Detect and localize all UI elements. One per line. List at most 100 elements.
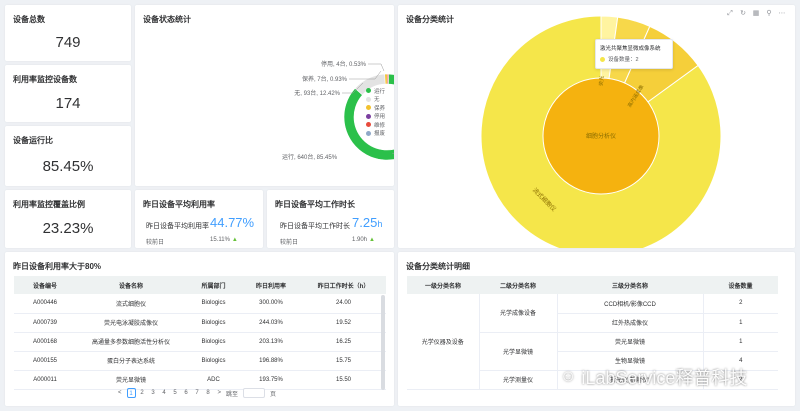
legend-item[interactable]: 停用 xyxy=(366,113,385,120)
running-ratio-value: 85.45% xyxy=(42,158,94,175)
work-hours-cell: 15.75 xyxy=(301,351,386,371)
legend-item[interactable]: 报废 xyxy=(366,130,385,137)
legend-label: 保养 xyxy=(374,105,386,112)
avg-hours-value-wrap: 7.25h xyxy=(352,215,382,230)
page-numbers: 12345678 xyxy=(126,388,213,398)
col-device-code[interactable]: 设备编号 xyxy=(14,276,76,294)
legend-item[interactable]: 保养 xyxy=(366,104,386,112)
col-level1[interactable]: 一级分类名称 xyxy=(407,276,479,294)
device-code-cell: A000011 xyxy=(14,370,76,390)
table-row[interactable]: A000168 高通量多参数细胞活性分析仪 Biologics 203.13% 16.2… xyxy=(14,332,386,352)
level2-cell: 光学测量仪 xyxy=(479,370,558,390)
device-name-cell: 蛋白分子表达系统 xyxy=(76,351,186,371)
count-cell: 1 xyxy=(703,313,778,333)
util-rate-cell: 203.13% xyxy=(241,332,301,352)
next-page-button[interactable]: > xyxy=(218,390,222,396)
table-row[interactable]: A000011 荧光显微镜 ADC 193.75% 15.50 xyxy=(14,370,386,390)
avg-util-cmp-label: 较前日 xyxy=(146,240,165,246)
status-legend: 运行无保养 停用 维修报废 xyxy=(366,87,385,137)
avg-util-value: 44.77% xyxy=(210,215,255,230)
level3-cell: CCD相机/影像CCD xyxy=(557,294,704,314)
department-cell: Biologics xyxy=(186,351,241,371)
running-ratio-label: 设备运行比 xyxy=(13,136,53,145)
sunburst-tooltip: 激光共聚焦显微成像系统 设备数量：2 xyxy=(595,39,673,69)
callout-none: 无, 93台, 12.42% xyxy=(294,89,340,97)
util-rate-cell: 300.00% xyxy=(241,294,301,314)
util-table-card: 昨日设备利用率大于80% 设备编号 设备名称 所属部门 昨日利用率 昨日工作时长… xyxy=(5,252,394,406)
category-card: 设备分类统计 ⤢ ↻ ▦ ⚲ ⋯ 细胞分析仪 流式细胞仪 高内涵成像 荧光 激光… xyxy=(398,5,795,248)
goto-label: 跳至 xyxy=(226,391,239,398)
avg-hours-cmp: 1.90h ▲ xyxy=(352,237,375,243)
legend-item[interactable]: 无 xyxy=(366,96,385,103)
page-number-button[interactable]: 1 xyxy=(126,388,136,398)
table-row[interactable]: A000446 流式细胞仪 Biologics 300.00% 24.00 xyxy=(14,294,386,314)
legend-dot-icon xyxy=(366,88,371,93)
page-number-button[interactable]: 4 xyxy=(160,388,169,398)
device-code-cell: A000155 xyxy=(14,351,76,371)
monitored-devices-label: 利用率监控设备数 xyxy=(13,75,77,84)
total-devices-card: 设备总数 749 xyxy=(5,5,131,61)
detail-table-header: 一级分类名称 二级分类名称 三级分类名称 设备数量 xyxy=(407,276,778,294)
device-status-card: 设备状态统计 停用, 4台, 0.53% 保养, 7台, 0.93% 无, 93… xyxy=(135,5,394,186)
util-rate-cell: 196.88% xyxy=(241,351,301,371)
callout-running: 运行, 640台, 85.45% xyxy=(282,153,338,161)
department-cell: Biologics xyxy=(186,313,241,333)
goto-page-input[interactable] xyxy=(243,388,266,398)
legend-dot-icon xyxy=(366,130,371,136)
work-hours-cell: 19.52 xyxy=(301,313,386,333)
col-level2[interactable]: 二级分类名称 xyxy=(479,276,557,294)
col-device-name[interactable]: 设备名称 xyxy=(76,276,186,294)
running-ratio-card: 设备运行比 85.45% xyxy=(5,126,131,186)
legend-item[interactable]: 维修 xyxy=(366,121,385,129)
detail-table-title: 设备分类统计明细 xyxy=(406,262,470,271)
department-cell: Biologics xyxy=(186,294,241,314)
table-row[interactable]: 光学仪器及设备 光学成像设备 CCD相机/影像CCD 2 xyxy=(407,294,778,390)
count-cell: 1 xyxy=(703,332,778,352)
department-cell: ADC xyxy=(186,370,241,390)
tooltip-value: 设备数量：2 xyxy=(608,57,639,63)
callout-repair: 保养, 7台, 0.93% xyxy=(302,75,348,83)
util-table-title: 昨日设备利用率大于80% xyxy=(13,262,102,271)
table-row[interactable]: A000155 蛋白分子表达系统 Biologics 196.88% 15.75 xyxy=(14,351,386,371)
avg-hours-unit: h xyxy=(377,219,383,229)
col-level3[interactable]: 三级分类名称 xyxy=(557,276,703,294)
donut-slice[interactable] xyxy=(386,73,390,85)
watermark: ☺ iLabService释普科技 xyxy=(560,364,747,390)
col-util-rate[interactable]: 昨日利用率 xyxy=(241,276,301,294)
table-scrollbar[interactable] xyxy=(381,295,385,390)
total-devices-label: 设备总数 xyxy=(13,15,45,24)
legend-label: 报废 xyxy=(374,131,386,137)
device-status-donut: 停用, 4台, 0.53% 保养, 7台, 0.93% 无, 93台, 12.4… xyxy=(282,60,394,161)
table-row[interactable]: A000739 荧光电泳凝胶成像仪 Biologics 244.03% 19.52 xyxy=(14,313,386,333)
page-number-button[interactable]: 8 xyxy=(204,388,213,398)
col-department[interactable]: 所属部门 xyxy=(186,276,241,294)
donut-slice[interactable] xyxy=(384,73,388,85)
avg-hours-cmp-label: 较前日 xyxy=(280,240,299,246)
avg-util-card: 昨日设备平均利用率 昨日设备平均利用率 44.77% 较前日 15.11% ▲ xyxy=(135,190,263,248)
util-table-header: 设备编号 设备名称 所属部门 昨日利用率 昨日工作时长（h） xyxy=(14,276,386,294)
util-table: 设备编号 设备名称 所属部门 昨日利用率 昨日工作时长（h） A000446 流式… xyxy=(14,276,386,390)
wechat-icon: ☺ xyxy=(560,368,577,385)
prev-page-button[interactable]: < xyxy=(118,390,122,396)
util-table-body: A000446 流式细胞仪 Biologics 300.00% 24.00 A000739… xyxy=(14,294,386,390)
col-device-count[interactable]: 设备数量 xyxy=(703,276,778,294)
col-work-hours[interactable]: 昨日工作时长（h） xyxy=(301,276,386,294)
page-number-button[interactable]: 6 xyxy=(182,388,191,398)
page-number-button[interactable]: 5 xyxy=(171,388,180,398)
coverage-ratio-value: 23.23% xyxy=(42,220,94,237)
device-code-cell: A000739 xyxy=(14,313,76,333)
util-rate-cell: 193.75% xyxy=(241,370,301,390)
page-number-button[interactable]: 2 xyxy=(138,388,147,398)
avg-hours-title: 昨日设备平均工作时长 xyxy=(275,200,355,209)
sunburst-outer-label: 荧光 xyxy=(598,76,606,87)
avg-hours-card: 昨日设备平均工作时长 昨日设备平均工作时长 7.25h 较前日 1.90h ▲ xyxy=(267,190,394,248)
tooltip-title: 激光共聚焦显微成像系统 xyxy=(600,46,661,52)
avg-util-cmp-value: 15.11% xyxy=(210,237,230,243)
page-number-button[interactable]: 7 xyxy=(193,388,202,398)
device-name-cell: 荧光电泳凝胶成像仪 xyxy=(76,313,186,333)
avg-util-label: 昨日设备平均利用率 xyxy=(146,223,209,230)
level2-cell: 光学显微镜 xyxy=(479,332,558,371)
legend-item[interactable]: 运行 xyxy=(366,87,385,95)
level3-cell: 红外热成像仪 xyxy=(557,313,704,333)
page-number-button[interactable]: 3 xyxy=(149,388,158,398)
